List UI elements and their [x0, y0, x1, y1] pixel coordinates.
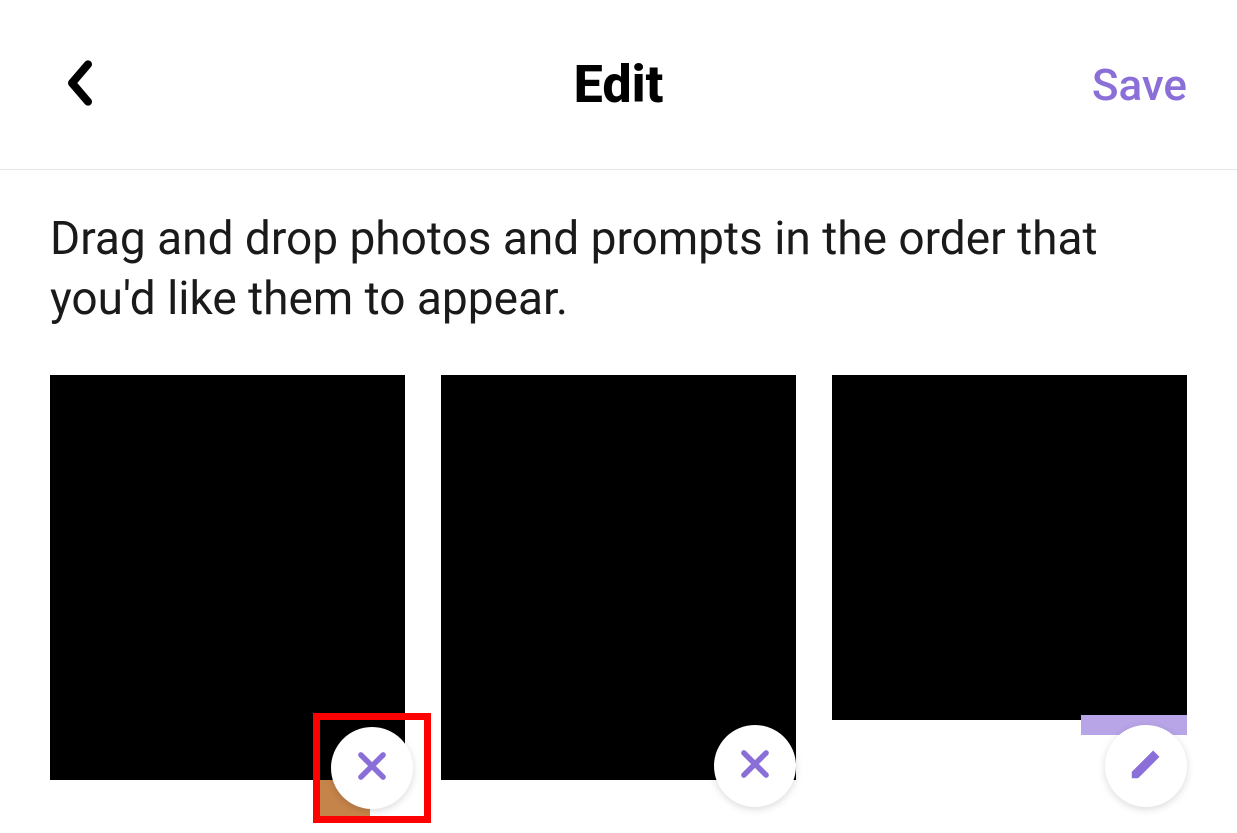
save-button[interactable]: Save [1092, 59, 1187, 111]
photo-placeholder[interactable] [441, 375, 796, 780]
close-icon [353, 747, 391, 789]
close-icon [736, 745, 774, 787]
chevron-left-icon [64, 59, 96, 111]
delete-photo-button[interactable] [331, 727, 413, 809]
photo-card-3[interactable] [832, 375, 1187, 815]
pencil-icon [1127, 745, 1165, 787]
page-title: Edit [574, 54, 664, 115]
instructions-text: Drag and drop photos and prompts in the … [0, 170, 1237, 360]
header: Edit Save [0, 0, 1237, 170]
delete-photo-button[interactable] [714, 725, 796, 807]
photo-card-1[interactable] [50, 375, 405, 815]
back-button[interactable] [50, 55, 110, 115]
highlight-box [313, 713, 431, 823]
photo-card-2[interactable] [441, 375, 796, 815]
edit-photo-button[interactable] [1105, 725, 1187, 807]
photo-placeholder[interactable] [832, 375, 1187, 720]
photo-grid [0, 360, 1237, 815]
